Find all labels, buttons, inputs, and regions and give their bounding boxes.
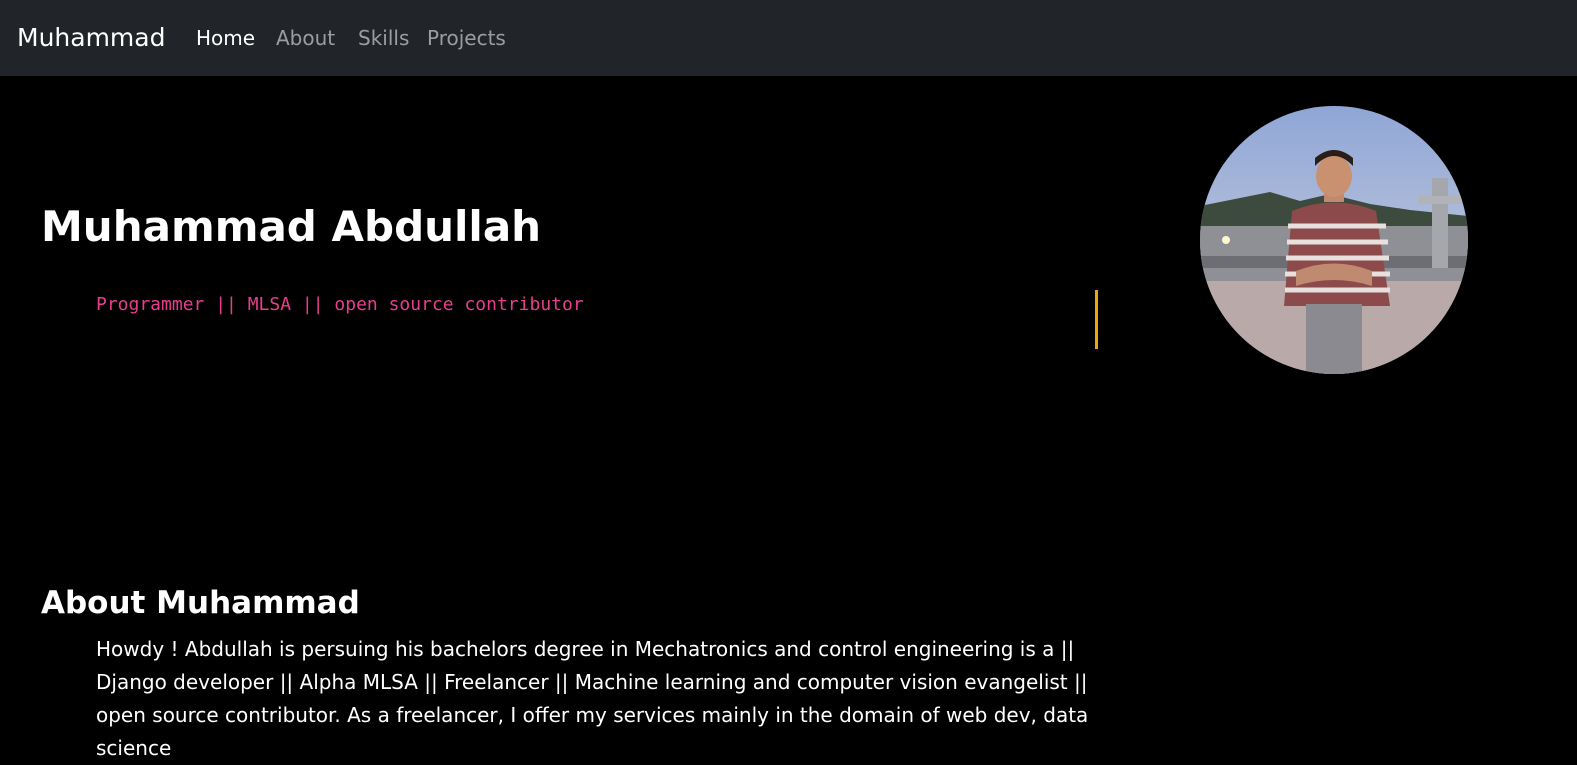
navbar: Muhammad Home About Skills Projects <box>0 0 1577 76</box>
about-heading: About Muhammad <box>41 585 360 621</box>
nav-link-home[interactable]: Home <box>196 24 255 52</box>
hero-tagline: Programmer || MLSA || open source contri… <box>96 294 584 315</box>
profile-photo <box>1200 106 1468 374</box>
typing-cursor <box>1095 290 1098 349</box>
nav-link-projects[interactable]: Projects <box>427 24 506 52</box>
navbar-brand[interactable]: Muhammad <box>17 20 165 56</box>
nav-link-about[interactable]: About <box>276 24 335 52</box>
hero-name: Muhammad Abdullah <box>41 202 542 251</box>
about-paragraph: Howdy ! Abdullah is persuing his bachelo… <box>96 637 1089 760</box>
nav-link-skills[interactable]: Skills <box>358 24 409 52</box>
